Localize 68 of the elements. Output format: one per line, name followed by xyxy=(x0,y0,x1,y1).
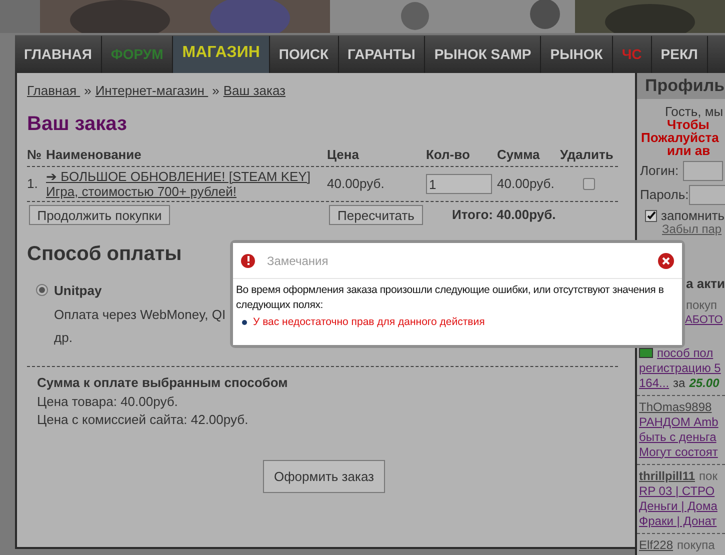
product-link[interactable]: Могут состоят xyxy=(639,444,718,460)
product-link[interactable]: пособ пол xyxy=(657,346,714,360)
remember-checkbox[interactable] xyxy=(645,210,657,222)
nav-tab[interactable]: МАГАЗИН xyxy=(173,36,270,73)
bullet-icon xyxy=(242,320,247,325)
continue-button[interactable]: Продолжить покупки xyxy=(29,205,170,225)
price-text: 25.00 xyxy=(689,376,720,390)
delete-checkbox[interactable] xyxy=(583,178,595,190)
column-header: Удалить xyxy=(560,146,614,164)
forgot-link[interactable]: Забыл пар xyxy=(662,222,722,236)
activity-verb: покупа xyxy=(677,538,715,552)
recalc-button[interactable]: Пересчитать xyxy=(329,205,423,225)
column-header: Наименование xyxy=(46,146,142,164)
breadcrumb-separator: » xyxy=(84,82,92,100)
method-name: Unitpay xyxy=(54,282,102,300)
column-header: Кол-во xyxy=(426,146,471,164)
summary-line: Цена с комиссией сайта: 42.00руб. xyxy=(37,412,248,428)
summary-line: Цена товара: 40.00руб. xyxy=(37,394,178,410)
login-field[interactable] xyxy=(682,161,723,181)
product-link[interactable]: ➔ БОЛЬШОЕ ОБНОВЛЕНИЕ! [STEAM KEY] Игра, стоимостью 700+ рублей! xyxy=(46,169,327,199)
warning-text: Чтобы xyxy=(667,118,710,131)
remember-label: запомнить xyxy=(661,208,725,223)
page-title: Ваш заказ xyxy=(27,112,127,136)
breadcrumb-link[interactable]: Ваш заказ xyxy=(223,81,286,100)
password-label: Пароль: xyxy=(640,186,689,204)
breadcrumb-separator: » xyxy=(212,82,220,100)
greeting-text: Гость, мы xyxy=(664,105,724,118)
price-cell-text: 40.00руб. xyxy=(327,175,386,194)
product-link[interactable]: быть с деньга xyxy=(639,430,716,444)
warning-text: Пожалуйста xyxy=(641,131,719,144)
column-header: Сумма xyxy=(497,146,541,164)
summary-title: Сумма к оплате выбранным способом xyxy=(37,374,288,392)
close-icon[interactable] xyxy=(658,252,674,268)
warning-text: или ав xyxy=(667,144,710,157)
breadcrumb-link[interactable]: Интернет-магазин xyxy=(95,81,208,100)
product-link[interactable]: АБОТО xyxy=(685,312,723,328)
section-title: а акти xyxy=(686,275,725,293)
product-link[interactable]: Деньги | Дома xyxy=(639,498,718,514)
password-field[interactable] xyxy=(688,185,725,205)
dialog-title: Замечания xyxy=(267,252,328,270)
column-header: № xyxy=(27,146,42,164)
method-description: др. xyxy=(54,329,72,347)
user-link[interactable]: Elf228 xyxy=(639,538,674,552)
login-label: Логин: xyxy=(640,162,679,180)
activity-verb: пок xyxy=(699,468,718,484)
panel-title: Профиль xyxy=(637,73,725,99)
product-link[interactable]: RP 03 | СТРО xyxy=(639,484,715,498)
total-text: Итого: 40.00руб. xyxy=(452,206,556,224)
sum-cell-text: 40.00руб. xyxy=(497,175,556,194)
radio-button[interactable] xyxy=(36,284,48,296)
user-link[interactable]: thrillpill11 xyxy=(639,468,696,484)
product-link[interactable]: Фраки | Донат xyxy=(639,514,717,528)
dialog-message: Во время оформления заказа произошли следующие ошибки, или отсутствуют значения в следующих полях: xyxy=(236,283,665,313)
section-title: Способ оплаты xyxy=(27,242,182,267)
warning-icon xyxy=(241,254,255,268)
product-link[interactable]: РАНДОМ Amb xyxy=(639,414,718,430)
column-header: Цена xyxy=(327,146,360,164)
user-link[interactable]: ThOmas9898 xyxy=(639,400,712,414)
breadcrumb-link[interactable]: Главная xyxy=(27,81,80,100)
method-description: Оплата через WebMoney, QI xyxy=(54,306,226,324)
activity-verb: покуп xyxy=(686,298,718,312)
product-link[interactable]: регистрацию 5 xyxy=(639,360,721,376)
submit-button[interactable]: Оформить заказ xyxy=(263,460,385,493)
error-text: У вас недостаточно прав для данного действия xyxy=(253,315,485,330)
row-number: 1. xyxy=(27,175,39,194)
product-link[interactable]: 164... xyxy=(639,376,670,390)
quantity-field[interactable]: 1 xyxy=(426,174,492,194)
price-prefix: за xyxy=(673,376,686,390)
